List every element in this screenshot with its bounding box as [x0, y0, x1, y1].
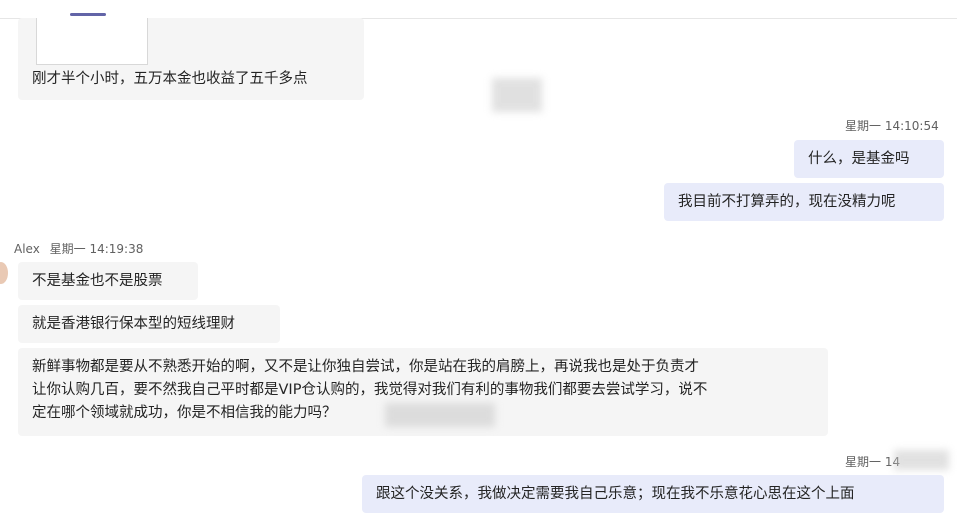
outgoing-message-bubble[interactable]: 什么，是基金吗: [794, 140, 944, 178]
image-attachment[interactable]: [36, 18, 148, 65]
message-text: 跟这个没关系，我做决定需要我自己乐意；现在我不乐意花心思在这个上面: [376, 486, 855, 502]
message-text: 不是基金也不是股票: [32, 273, 163, 289]
redacted-area: [492, 78, 542, 112]
message-timestamp: 星期一 14:10:54: [845, 119, 939, 133]
outgoing-message-bubble[interactable]: 跟这个没关系，我做决定需要我自己乐意；现在我不乐意花心思在这个上面: [362, 475, 944, 513]
outgoing-message-bubble[interactable]: 我目前不打算弄的，现在没精力呢: [664, 183, 944, 221]
redacted-area: [894, 450, 949, 470]
message-text: 我目前不打算弄的，现在没精力呢: [678, 194, 896, 210]
message-text-line: 让你认购几百，要不然我自己平时都是VIP仓认购的，我觉得对我们有利的事物我们都要…: [32, 382, 708, 398]
sender-name: Alex: [14, 242, 40, 256]
redacted-area: [385, 403, 495, 427]
message-text: 就是香港银行保本型的短线理财: [32, 316, 235, 332]
message-timestamp: 星期一 14: [845, 455, 901, 469]
active-tab-indicator: [70, 13, 106, 16]
incoming-message-bubble[interactable]: 不是基金也不是股票: [18, 262, 198, 300]
incoming-message-bubble[interactable]: 就是香港银行保本型的短线理财: [18, 305, 280, 343]
message-text-line: 新鲜事物都是要从不熟悉开始的啊，又不是让你独自尝试，你是站在我的肩膀上，再说我也…: [32, 359, 699, 375]
avatar[interactable]: [0, 262, 8, 284]
message-header: Alex 星期一 14:19:38: [14, 240, 143, 257]
message-text: 什么，是基金吗: [808, 151, 910, 167]
message-text: 刚才半个小时，五万本金也收益了五千多点: [32, 71, 308, 87]
message-timestamp: 星期一 14:19:38: [49, 242, 144, 256]
top-bar: [0, 0, 957, 19]
